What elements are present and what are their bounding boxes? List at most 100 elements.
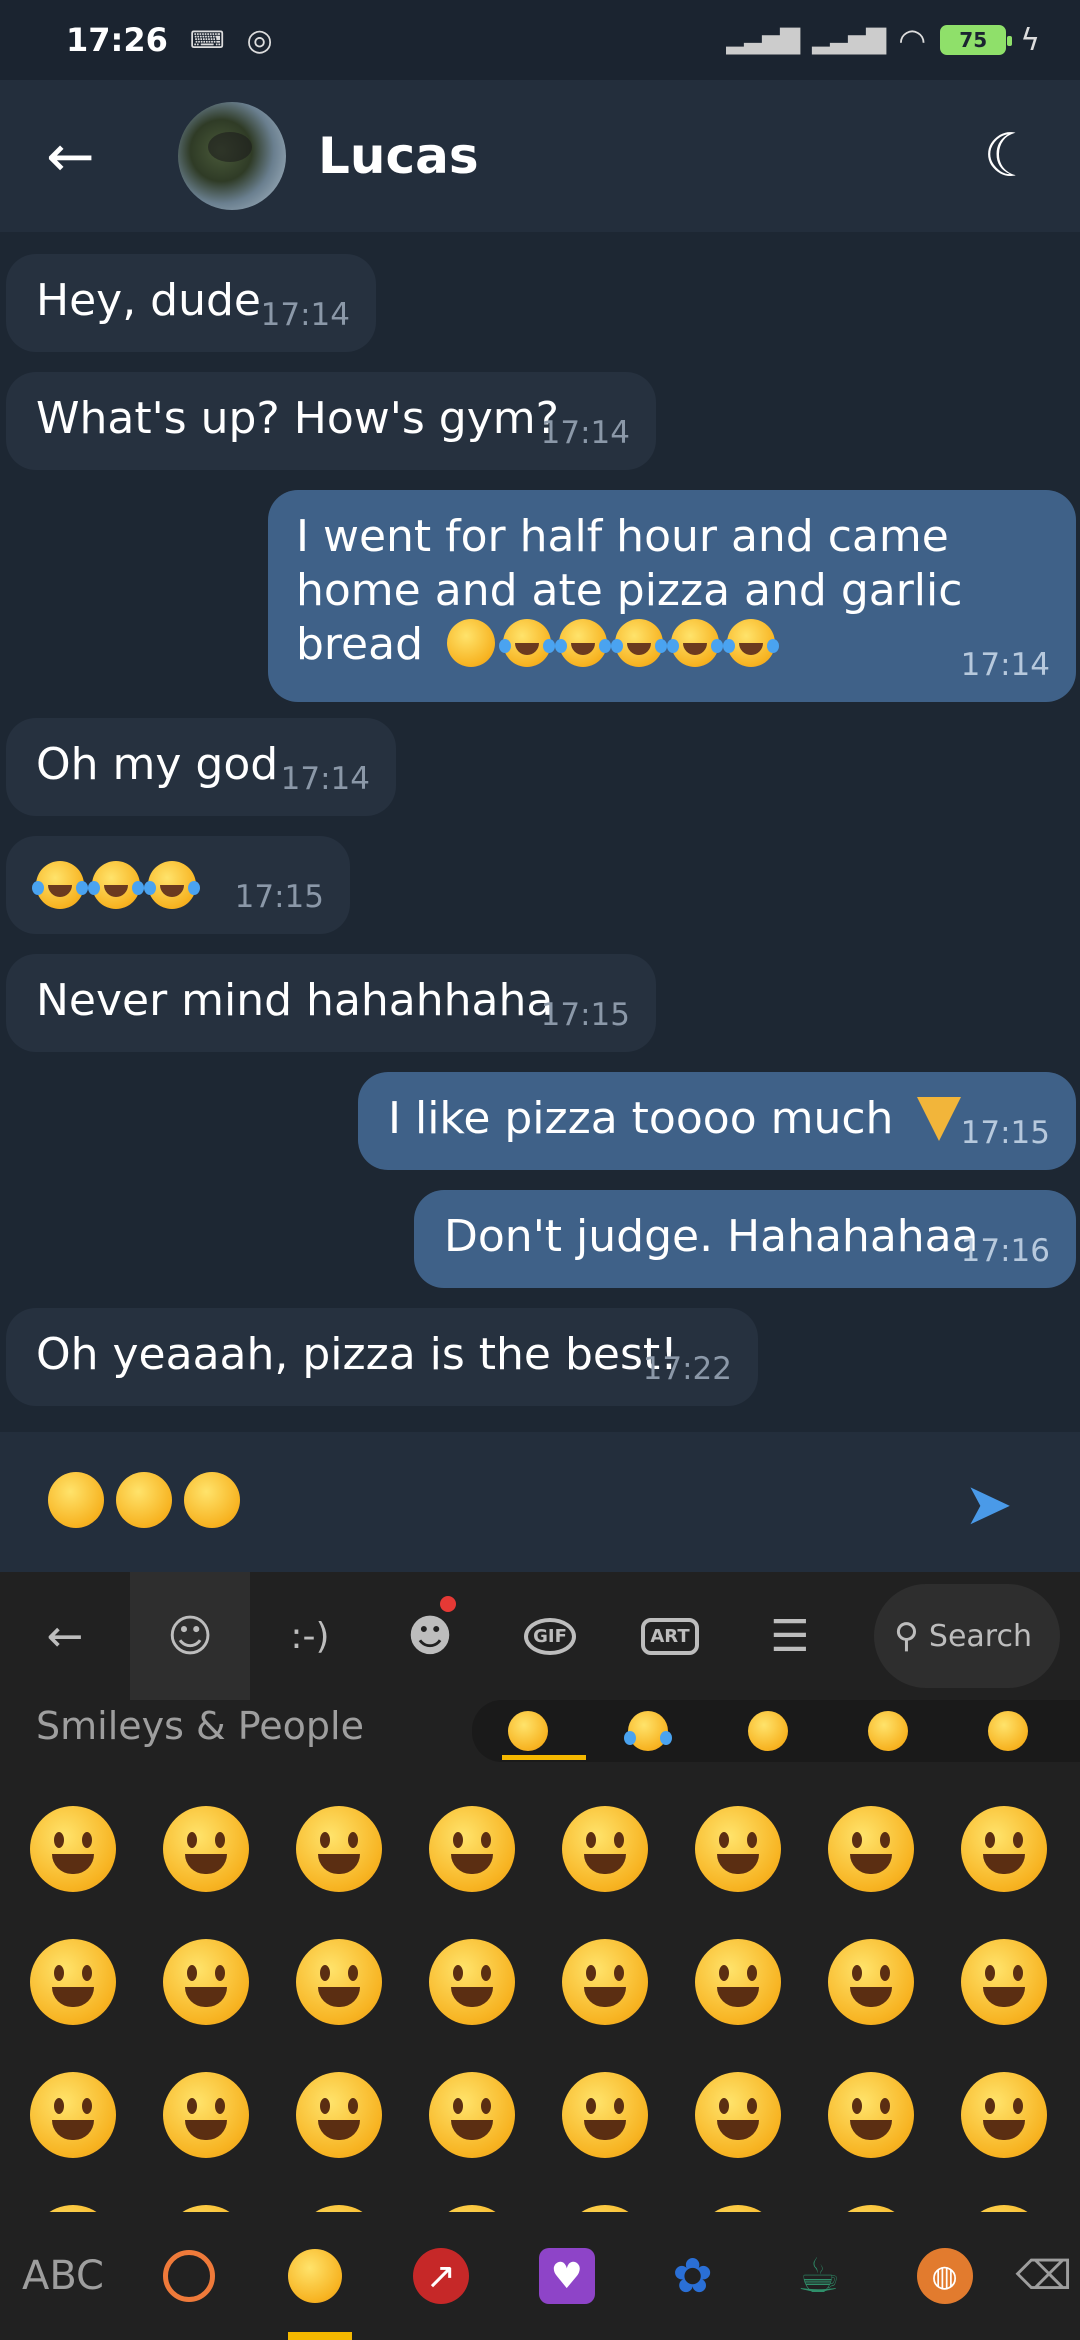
emoji-key[interactable] (562, 2072, 648, 2158)
emoji-key[interactable] (429, 1806, 515, 1892)
emoji-key[interactable] (296, 1806, 382, 1892)
keyboard-back-icon[interactable]: ← (0, 1572, 130, 1700)
emoji-key[interactable] (961, 1939, 1047, 2025)
emoji-key[interactable] (429, 2072, 515, 2158)
emoji-subcategory-tabs (472, 1700, 1080, 1762)
tears-of-joy-emoji (32, 861, 88, 909)
trending-icon: ↗ (412, 2248, 469, 2304)
emoji-key[interactable] (296, 2205, 382, 2212)
heart-category-icon[interactable]: ♥ (504, 2212, 630, 2340)
emoticon-tab[interactable]: :-) (250, 1572, 370, 1700)
tears-of-joy-emoji (723, 619, 780, 667)
upside-down-face-emoji (184, 1472, 240, 1528)
emoji-key[interactable] (30, 2072, 116, 2158)
message-text-line: I went for half hour and came (296, 511, 949, 562)
recent-clock-icon[interactable] (126, 2212, 252, 2340)
emoji-key[interactable] (695, 1939, 781, 2025)
message-time: 17:15 (234, 879, 324, 915)
emoji-key[interactable] (429, 1939, 515, 2025)
smileys-category-icon[interactable] (252, 2212, 378, 2340)
emoji-grid (0, 1764, 1080, 2212)
emoji-tab-icon[interactable]: ☺ (130, 1572, 250, 1700)
emoji-key[interactable] (562, 1939, 648, 2025)
emoji-key[interactable] (562, 2205, 648, 2212)
message-bubble[interactable]: Oh yeaaah, pizza is the best! 17:22 (6, 1308, 758, 1406)
keyboard-toolbar: ← ☺ :-) ☻ GIF ART ☰ ⚲ Search (0, 1572, 1080, 1700)
love-subcategory-tab[interactable] (712, 1700, 832, 1762)
message-input-bar: ➤ (0, 1432, 1080, 1572)
emoji-key[interactable] (828, 2205, 914, 2212)
message-time: 17:14 (960, 647, 1050, 683)
pizza-emoji (917, 1097, 962, 1141)
contact-name[interactable]: Lucas (318, 124, 479, 188)
emoji-key[interactable] (30, 1939, 116, 2025)
emoji-key[interactable] (296, 1939, 382, 2025)
emoji-key[interactable] (30, 1806, 116, 1892)
contact-avatar[interactable] (178, 102, 286, 210)
emoji-key[interactable] (296, 2072, 382, 2158)
emoji-key[interactable] (828, 2072, 914, 2158)
art-tab[interactable]: ART (610, 1572, 730, 1700)
emoji-key[interactable] (961, 2205, 1047, 2212)
flower-icon: ✿ (672, 2248, 713, 2304)
emoji-key[interactable] (961, 1806, 1047, 1892)
message-bubble[interactable]: I went for half hour and came home and a… (268, 490, 1076, 702)
tears-of-joy-emoji (144, 861, 200, 909)
emoji-key[interactable] (961, 2072, 1047, 2158)
tears-of-joy-emoji (667, 619, 724, 667)
heart-eyes-icon (748, 1711, 788, 1751)
emoticon-label: :-) (290, 1615, 330, 1657)
activity-category-icon[interactable]: ◍ (882, 2212, 1008, 2340)
tongue-subcategory-tab[interactable] (832, 1700, 952, 1762)
laughing-subcategory-tab[interactable] (592, 1700, 712, 1762)
emoji-key[interactable] (695, 2205, 781, 2212)
clipboard-text-icon[interactable]: ☰ (730, 1572, 850, 1700)
tears-of-joy-icon (624, 1711, 672, 1751)
emoji-key[interactable] (828, 1939, 914, 2025)
grinning-subcategory-tab[interactable] (472, 1700, 592, 1762)
emoji-key[interactable] (163, 1806, 249, 1892)
message-bubble[interactable]: What's up? How's gym? 17:14 (6, 372, 656, 470)
message-time: 17:14 (260, 297, 350, 333)
message-text: What's up? How's gym? (36, 393, 559, 444)
gif-tab[interactable]: GIF (490, 1572, 610, 1700)
emoji-key[interactable] (695, 1806, 781, 1892)
wifi-icon: ◠ (898, 21, 927, 59)
emoji-key[interactable] (562, 1806, 648, 1892)
search-icon: ⚲ (894, 1616, 919, 1656)
emoji-key[interactable] (429, 2205, 515, 2212)
emoji-key[interactable] (163, 1939, 249, 2025)
message-bubble[interactable]: I like pizza toooo much 17:15 (358, 1072, 1076, 1170)
notification-dot (440, 1596, 456, 1612)
message-bubble[interactable]: Don't judge. Hahahahaa 17:16 (414, 1190, 1076, 1288)
smiley-icon (287, 2249, 342, 2303)
sticker-tab-icon[interactable]: ☻ (370, 1572, 490, 1700)
tears-of-joy-emoji (88, 861, 144, 909)
send-icon[interactable]: ➤ (964, 1475, 1028, 1533)
back-arrow-icon[interactable]: ← (46, 127, 106, 188)
abc-button[interactable]: ABC (0, 2212, 126, 2340)
upside-down-face-emoji (48, 1472, 104, 1528)
emoji-key[interactable] (163, 2205, 249, 2212)
message-bubble[interactable]: Oh my god 17:14 (6, 718, 396, 816)
nature-category-icon[interactable]: ✿ (630, 2212, 756, 2340)
smirk-subcategory-tab[interactable] (952, 1700, 1072, 1762)
flushed-face-emoji (447, 619, 496, 667)
message-bubble[interactable]: Never mind hahahhaha 17:15 (6, 954, 656, 1052)
night-mode-icon[interactable]: ☾ (978, 124, 1042, 188)
tears-of-joy-emoji (611, 619, 668, 667)
battery-icon: 75 (940, 25, 1013, 55)
message-time: 17:14 (540, 415, 630, 451)
emoji-key[interactable] (695, 2072, 781, 2158)
emoji-key[interactable] (828, 1806, 914, 1892)
message-input[interactable] (48, 1472, 248, 1532)
message-bubble[interactable]: 17:15 (6, 836, 350, 934)
message-bubble[interactable]: Hey, dude 17:14 (6, 254, 376, 352)
emoji-key[interactable] (163, 2072, 249, 2158)
emoji-key[interactable] (30, 2205, 116, 2212)
delete-button[interactable]: ⌫ (1008, 2212, 1080, 2340)
trending-category-icon[interactable]: ↗ (378, 2212, 504, 2340)
food-category-icon[interactable]: ☕ (756, 2212, 882, 2340)
message-text: Hey, dude (36, 275, 261, 326)
emoji-search-button[interactable]: ⚲ Search (874, 1584, 1060, 1688)
